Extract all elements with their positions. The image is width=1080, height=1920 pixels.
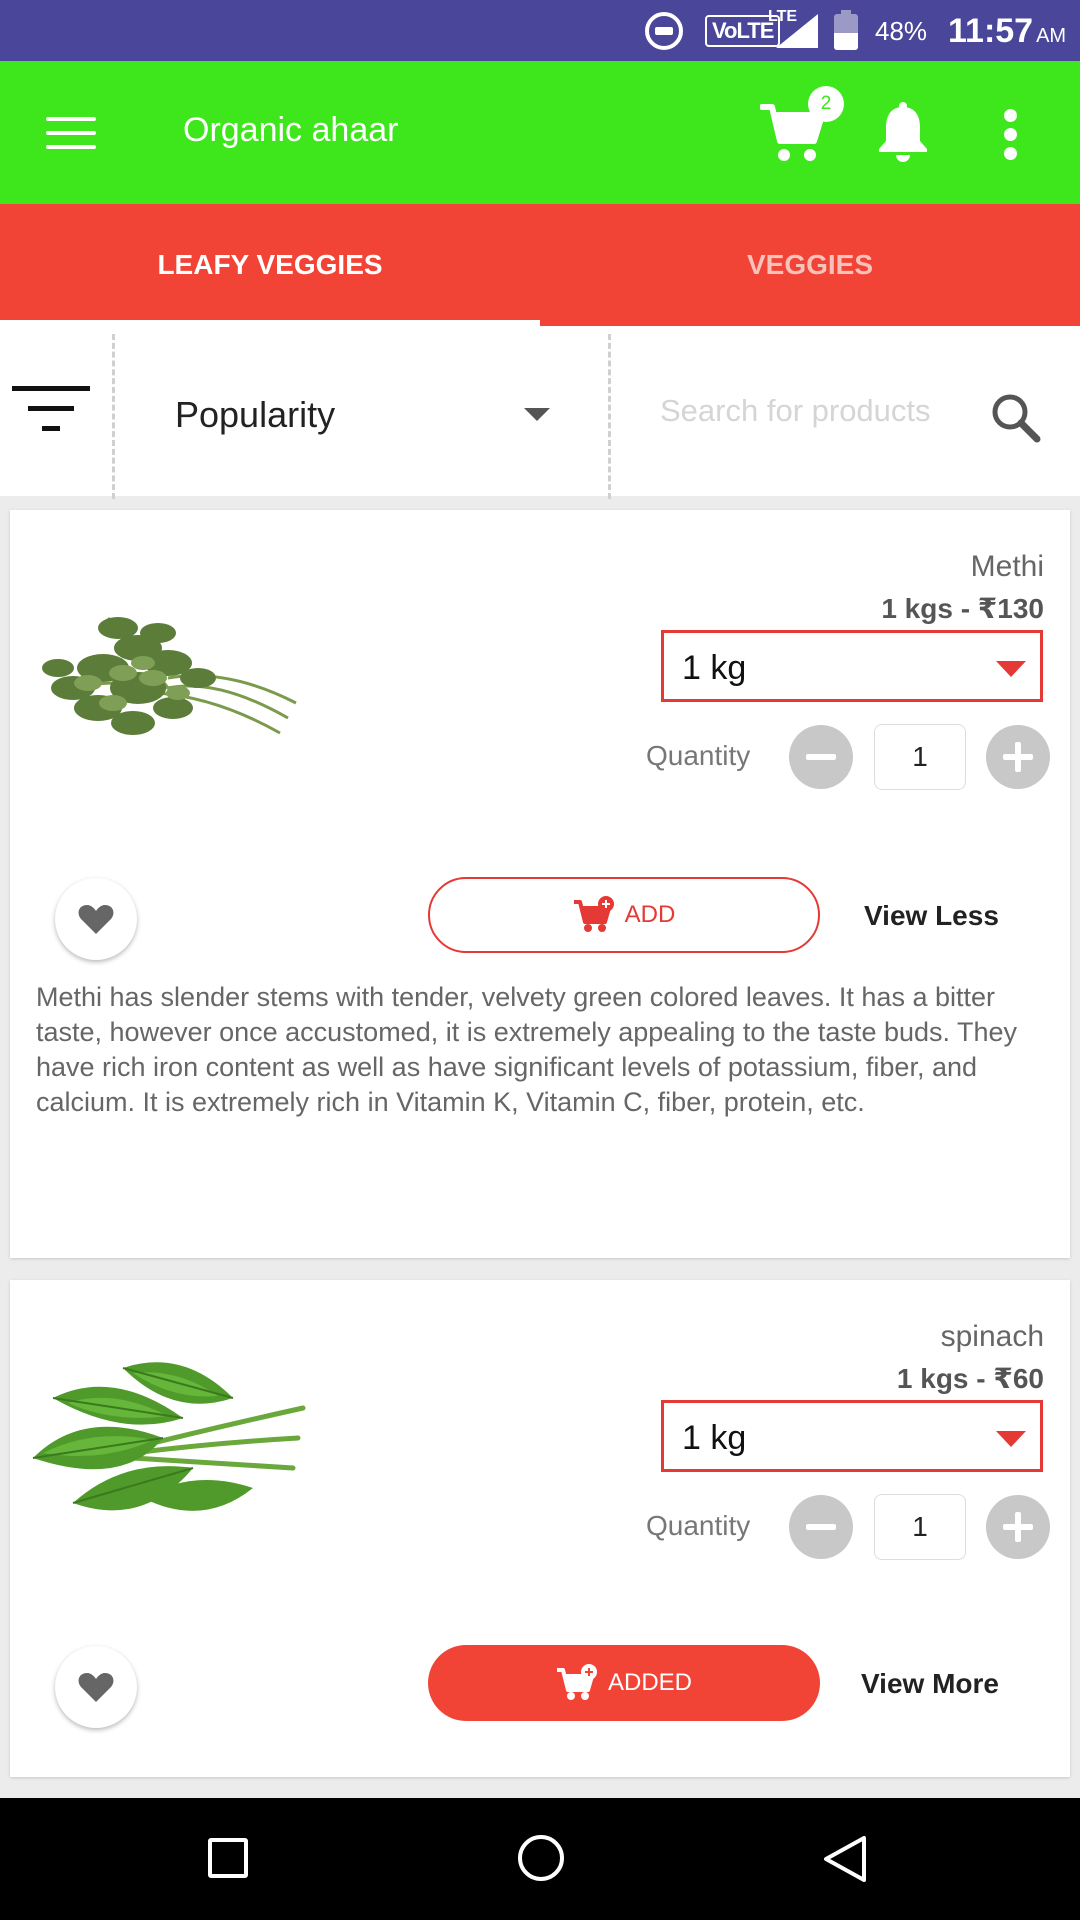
hamburger-menu-icon[interactable]	[46, 117, 96, 149]
increase-quantity-button[interactable]	[986, 1495, 1050, 1559]
heart-icon	[78, 905, 114, 934]
add-cart-icon	[556, 1664, 597, 1700]
dropdown-arrow-icon	[996, 1431, 1026, 1447]
search-icon[interactable]	[990, 392, 1042, 444]
sort-value: Popularity	[175, 394, 336, 435]
clock: 11:57 AM	[948, 12, 1066, 51]
unit-value: 1 kg	[682, 1419, 747, 1457]
product-name: spinach	[940, 1320, 1044, 1353]
product-price: 1 kgs - ₹60	[896, 1363, 1044, 1394]
back-button[interactable]	[822, 1834, 868, 1884]
product-image-methi	[10, 518, 315, 818]
view-less-link[interactable]: View Less	[864, 900, 999, 932]
cart-count-badge: 2	[808, 86, 844, 122]
add-cart-icon	[573, 896, 614, 932]
product-name: Methi	[970, 550, 1044, 583]
increase-quantity-button[interactable]	[986, 725, 1050, 789]
heart-icon	[78, 1673, 114, 1702]
tab-veggies[interactable]: VEGGIES	[540, 204, 1080, 326]
quantity-input[interactable]	[874, 1494, 966, 1560]
quantity-label: Quantity	[646, 1510, 751, 1541]
clock-ampm: AM	[1036, 25, 1067, 47]
quantity-input[interactable]	[874, 724, 966, 790]
app-bar: Organic ahaar 2	[0, 61, 1080, 204]
notifications-button[interactable]	[876, 101, 930, 168]
product-card: spinach 1 kgs - ₹60 1 kg Quantity ADDED …	[10, 1280, 1070, 1777]
filter-icon[interactable]	[12, 386, 92, 446]
unit-dropdown[interactable]: 1 kg	[661, 1400, 1043, 1472]
unit-value: 1 kg	[682, 649, 747, 687]
battery-percent: 48%	[875, 16, 928, 46]
filter-bar: Popularity	[0, 326, 1080, 499]
more-options-icon[interactable]	[1000, 109, 1022, 160]
battery-icon	[834, 10, 858, 50]
system-nav-bar	[0, 1798, 1080, 1920]
decrease-quantity-button[interactable]	[789, 725, 853, 789]
add-button-label: ADDED	[607, 1669, 692, 1696]
app-title: Organic ahaar	[183, 111, 399, 149]
dropdown-arrow-icon	[524, 408, 550, 421]
product-price: 1 kgs - ₹130	[881, 593, 1044, 624]
home-button[interactable]	[518, 1835, 564, 1881]
favorite-button[interactable]	[55, 878, 137, 960]
product-card: Methi 1 kgs - ₹130 1 kg Quantity ADD Vie…	[10, 510, 1070, 1258]
divider	[112, 334, 115, 499]
dropdown-arrow-icon	[996, 661, 1026, 677]
quantity-label: Quantity	[646, 740, 751, 771]
search-input[interactable]	[660, 386, 970, 436]
status-bar: VoLTE LTE 48% 11:57 AM	[0, 0, 1080, 61]
clock-time: 11:57	[948, 12, 1034, 50]
view-more-link[interactable]: View More	[861, 1668, 999, 1700]
product-description: Methi has slender stems with tender, vel…	[36, 982, 1018, 1117]
added-to-cart-button[interactable]: ADDED	[428, 1645, 820, 1721]
divider	[608, 334, 611, 499]
category-tabs: LEAFY VEGGIES VEGGIES	[0, 204, 1080, 326]
recent-apps-button[interactable]	[208, 1838, 248, 1878]
tab-leafy-veggies[interactable]: LEAFY VEGGIES	[0, 204, 540, 326]
decrease-quantity-button[interactable]	[789, 1495, 853, 1559]
bell-icon	[879, 102, 927, 162]
add-to-cart-button[interactable]: ADD	[428, 877, 820, 953]
add-button-label: ADD	[624, 901, 676, 928]
unit-dropdown[interactable]: 1 kg	[661, 630, 1043, 702]
product-image-spinach	[10, 1288, 315, 1588]
signal-icon	[776, 14, 818, 48]
favorite-button[interactable]	[55, 1646, 137, 1728]
do-not-disturb-icon	[645, 12, 683, 50]
